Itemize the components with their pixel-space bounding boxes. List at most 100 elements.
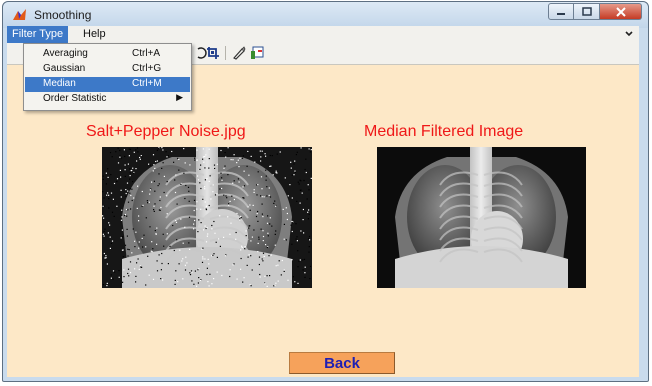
noise-pixel	[257, 171, 259, 173]
noise-pixel	[130, 194, 132, 197]
noise-pixel	[128, 249, 130, 251]
noise-pixel	[269, 275, 271, 277]
noise-pixel	[205, 154, 207, 156]
noise-pixel	[136, 147, 139, 149]
noise-pixel	[238, 181, 240, 183]
noise-pixel	[150, 250, 152, 252]
noise-pixel	[189, 248, 191, 250]
noise-pixel	[299, 189, 301, 191]
noise-pixel	[230, 159, 232, 161]
brush-icon[interactable]	[232, 46, 246, 60]
title-bar[interactable]: Smoothing	[3, 2, 648, 28]
noise-pixel	[138, 247, 140, 249]
noise-pixel	[106, 285, 108, 287]
noise-pixel	[243, 277, 245, 279]
minimize-button[interactable]	[548, 3, 574, 20]
noise-pixel	[113, 271, 116, 273]
noise-pixel	[174, 279, 176, 281]
noise-pixel	[283, 270, 285, 272]
noise-pixel	[160, 206, 162, 209]
noise-pixel	[240, 257, 242, 260]
noise-pixel	[163, 191, 165, 194]
noise-pixel	[258, 256, 261, 258]
noise-pixel	[166, 156, 168, 158]
noise-pixel	[307, 218, 309, 220]
noise-pixel	[262, 216, 264, 218]
noise-pixel	[126, 215, 128, 217]
toolbar-separator	[225, 46, 226, 60]
crop-icon[interactable]	[206, 46, 220, 60]
menu-item-averaging[interactable]: Averaging Ctrl+A	[25, 47, 190, 62]
noise-pixel	[122, 256, 124, 258]
noise-pixel	[198, 268, 200, 270]
right-image-title: Median Filtered Image	[364, 123, 524, 140]
menu-item-median[interactable]: Median Ctrl+M	[25, 77, 190, 92]
noise-pixel	[102, 175, 104, 177]
noise-pixel	[112, 278, 114, 280]
noise-pixel	[174, 179, 176, 181]
noise-pixel	[208, 204, 210, 207]
noise-pixel	[263, 255, 265, 257]
noise-pixel	[279, 151, 281, 153]
noise-pixel	[124, 244, 127, 246]
noise-pixel	[269, 196, 272, 198]
noise-pixel	[141, 237, 143, 239]
insert-colorbar-icon[interactable]	[250, 46, 264, 60]
noise-pixel	[153, 205, 155, 207]
menu-item-gaussian[interactable]: Gaussian Ctrl+G	[25, 62, 190, 77]
noisy-xray-image	[102, 147, 312, 288]
noise-pixel	[245, 230, 247, 232]
noise-pixel	[162, 233, 164, 235]
noise-pixel	[212, 254, 214, 256]
noise-pixel	[261, 150, 263, 152]
noise-pixel	[243, 185, 246, 187]
noise-pixel	[204, 188, 206, 190]
noise-pixel	[135, 168, 137, 170]
noise-pixel	[257, 242, 259, 244]
noise-pixel	[110, 274, 112, 276]
close-button[interactable]	[600, 3, 642, 20]
noise-pixel	[197, 179, 200, 181]
menu-item-order-statistic[interactable]: Order Statistic ▶	[25, 92, 190, 107]
noise-pixel	[239, 157, 241, 159]
noise-pixel	[277, 280, 279, 282]
left-image-title: Salt+Pepper Noise.jpg	[86, 123, 246, 140]
noise-pixel	[132, 181, 134, 183]
noise-pixel	[154, 203, 156, 205]
noise-pixel	[149, 189, 151, 191]
noise-pixel	[113, 215, 115, 217]
noise-pixel	[149, 226, 151, 228]
noise-pixel	[158, 183, 160, 185]
noise-pixel	[129, 261, 132, 263]
noise-pixel	[277, 264, 279, 266]
noise-pixel	[161, 252, 163, 255]
noise-pixel	[121, 216, 123, 218]
noise-pixel	[110, 192, 113, 194]
noise-pixel	[188, 242, 190, 244]
noise-pixel	[191, 280, 193, 282]
noise-pixel	[153, 210, 155, 212]
chevron-down-icon[interactable]	[625, 27, 633, 39]
back-button[interactable]: Back	[289, 352, 395, 374]
noise-pixel	[265, 155, 267, 157]
noise-pixel	[210, 198, 212, 200]
noise-pixel	[260, 228, 262, 230]
noise-pixel	[270, 165, 272, 167]
noise-pixel	[120, 189, 122, 191]
maximize-button[interactable]	[574, 3, 600, 20]
menu-help[interactable]: Help	[78, 26, 111, 43]
noise-pixel	[134, 268, 136, 270]
noise-pixel	[257, 210, 259, 213]
noise-pixel	[243, 170, 245, 172]
noise-pixel	[124, 155, 126, 158]
noise-pixel	[180, 183, 182, 185]
noise-pixel	[266, 285, 268, 287]
noise-pixel	[142, 246, 144, 248]
menu-filter-type[interactable]: Filter Type	[7, 26, 69, 43]
noise-pixel	[214, 232, 216, 234]
noise-pixel	[308, 213, 310, 216]
noise-pixel	[308, 251, 310, 253]
noise-pixel	[182, 242, 184, 244]
noise-pixel	[159, 199, 161, 202]
noise-pixel	[265, 175, 267, 177]
